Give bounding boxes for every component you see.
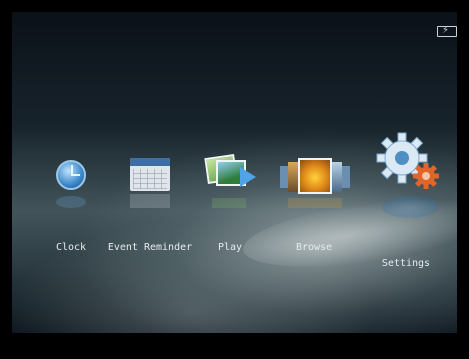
clock-reflection	[56, 196, 86, 208]
calendar-icon	[130, 158, 170, 191]
slideshow-play-icon	[204, 152, 258, 192]
clock-icon	[55, 159, 87, 191]
menu-label-browse: Browse	[295, 242, 333, 253]
settings-gear-icon	[376, 132, 440, 192]
menu-label-play: Play	[217, 242, 243, 253]
browse-reflection	[288, 198, 342, 208]
menu-label-settings: Settings	[381, 258, 431, 269]
menu-item-browse[interactable]: Browse	[274, 152, 354, 262]
menu-item-event-reminder[interactable]: Event Reminder	[104, 152, 196, 262]
menu-label-event-reminder: Event Reminder	[107, 242, 193, 253]
menu-item-clock[interactable]: Clock	[46, 152, 96, 262]
battery-charging-icon: ⚡	[437, 25, 457, 37]
menu-label-clock: Clock	[55, 242, 87, 253]
photo-filmstrip-icon	[280, 158, 350, 194]
settings-reflection	[382, 196, 438, 218]
menu-item-play[interactable]: Play	[198, 148, 262, 262]
calendar-reflection	[130, 194, 170, 208]
menu-item-settings[interactable]: Settings	[366, 132, 446, 272]
photo-frame-screen: ⚡ Clock Event Reminder Play Browse Setti…	[12, 12, 457, 333]
play-reflection	[212, 198, 246, 208]
